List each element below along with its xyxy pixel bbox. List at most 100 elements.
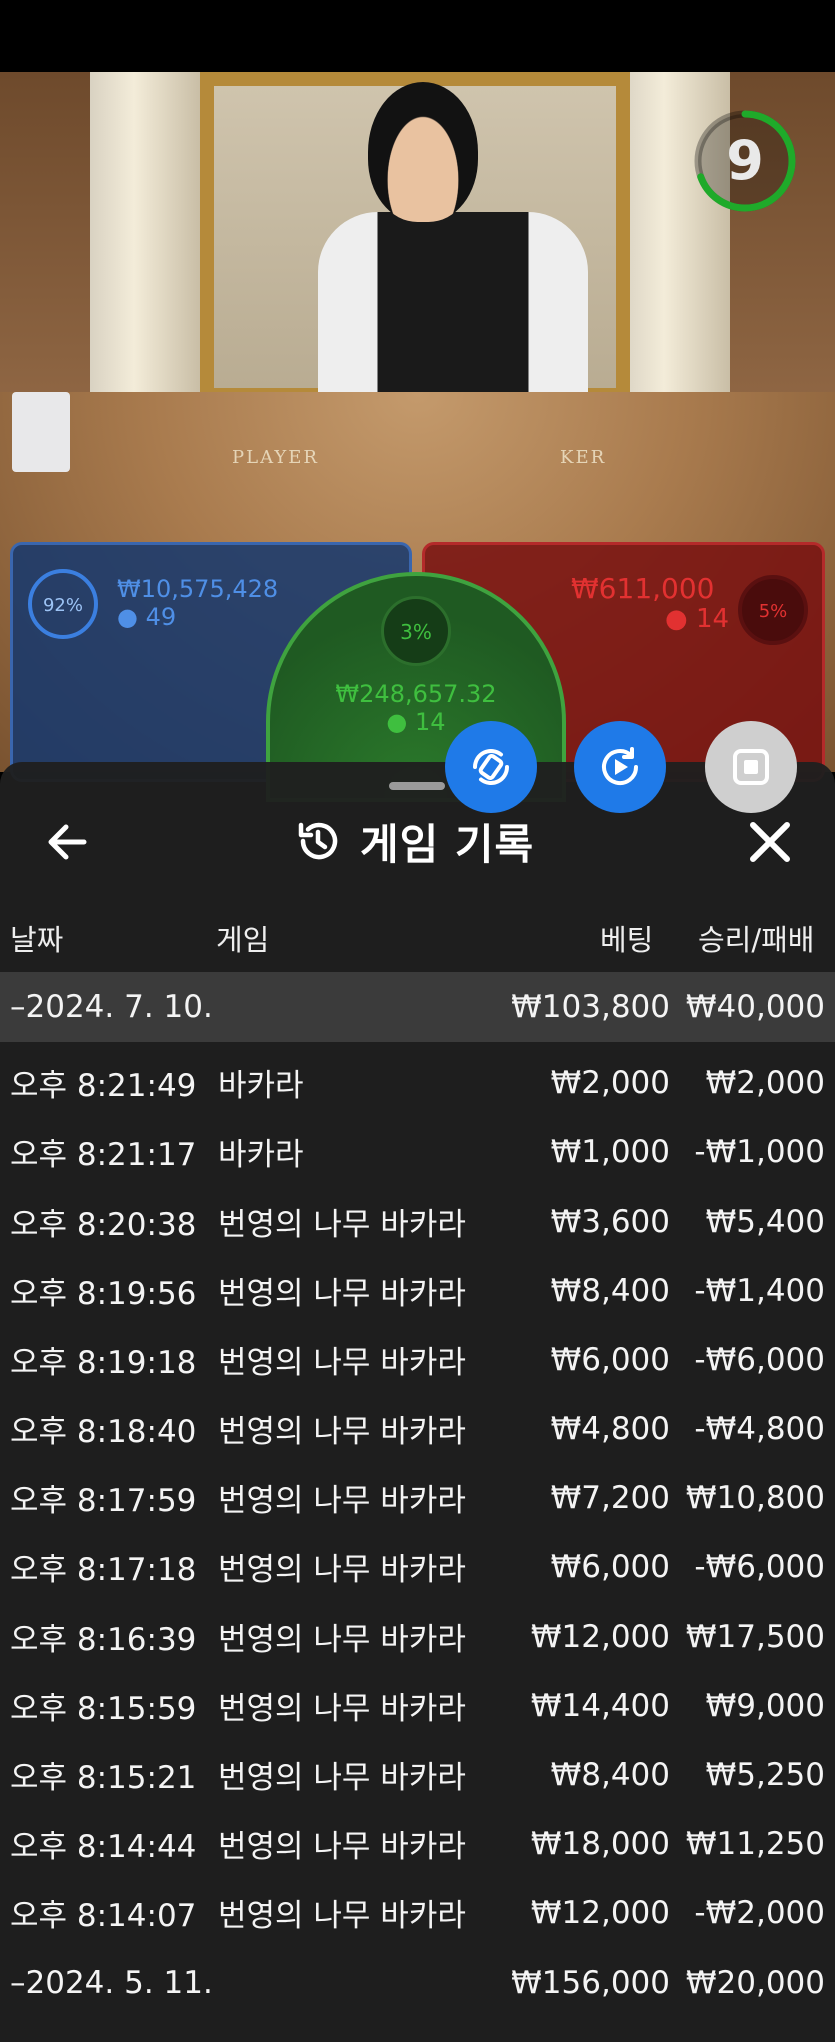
table-row[interactable]: 오후 8:21:17 바카라 ₩1,000 -₩1,000: [0, 1117, 835, 1186]
row-result: -₩1,400: [694, 1272, 825, 1309]
back-button[interactable]: [40, 814, 96, 870]
table-row[interactable]: 오후 8:16:39 번영의 나무 바카라 ₩12,000 ₩17,500: [0, 1602, 835, 1671]
table-row[interactable]: 오후 8:14:44 번영의 나무 바카라 ₩18,000 ₩11,250: [0, 1809, 835, 1878]
row-bet: ₩1,000: [550, 1133, 670, 1170]
replay-icon: [602, 747, 638, 785]
row-time: 오후 8:20:38: [10, 1207, 197, 1243]
row-bet: ₩3,600: [550, 1203, 670, 1240]
group-date: –2024. 5. 11.: [10, 1964, 213, 2001]
rotate-icon: [473, 749, 509, 785]
rotate-view-button[interactable]: [445, 721, 537, 813]
row-game: 번영의 나무 바카라: [218, 1276, 466, 1312]
row-time: 오후 8:15:59: [10, 1691, 197, 1727]
table-row[interactable]: 오후 8:21:49 바카라 ₩2,000 ₩2,000: [0, 1048, 835, 1117]
table-row[interactable]: 오후 8:19:18 번영의 나무 바카라 ₩6,000 -₩6,000: [0, 1325, 835, 1394]
row-time: 오후 8:21:49: [10, 1068, 197, 1104]
row-game: 번영의 나무 바카라: [218, 1207, 466, 1243]
group-bet-total: ₩156,000: [511, 1964, 670, 2001]
history-icon: [298, 822, 338, 860]
arrow-left-icon: [48, 824, 87, 860]
timer-value: 9: [726, 129, 764, 192]
banker-percent: 5%: [738, 575, 808, 645]
player-count: ● 49: [117, 603, 176, 631]
row-bet: ₩8,400: [550, 1756, 670, 1793]
row-game: 번영의 나무 바카라: [218, 1483, 466, 1519]
card-discard-tray: [12, 392, 70, 472]
stop-button[interactable]: [705, 721, 797, 813]
felt-banker-label: KER: [560, 447, 607, 468]
row-bet: ₩7,200: [550, 1479, 670, 1516]
panel-header: 게임 기록: [294, 806, 534, 876]
game-history-panel: 게임 기록 날짜 게임 베팅 승리/패배 –2024. 7. 10. ₩103,…: [0, 762, 835, 2042]
row-result: ₩10,800: [685, 1479, 825, 1516]
row-game: 번영의 나무 바카라: [218, 1898, 466, 1934]
table-row[interactable]: 오후 8:20:38 번영의 나무 바카라 ₩3,600 ₩5,400: [0, 1187, 835, 1256]
banker-amount: ₩611,000: [571, 572, 715, 605]
table-row[interactable]: 오후 8:19:56 번영의 나무 바카라 ₩8,400 -₩1,400: [0, 1256, 835, 1325]
page-title: 게임 기록: [360, 819, 535, 869]
countdown-timer: 9: [690, 106, 800, 216]
group-date: –2024. 7. 10.: [10, 989, 213, 1025]
date-group-row[interactable]: –2024. 5. 11. ₩156,000 ₩20,000: [0, 1948, 835, 2017]
table-row[interactable]: 오후 8:15:21 번영의 나무 바카라 ₩8,400 ₩5,250: [0, 1740, 835, 1809]
player-amount: ₩10,575,428: [117, 575, 279, 603]
row-game: 바카라: [218, 1068, 304, 1104]
row-bet: ₩14,400: [530, 1687, 670, 1724]
row-bet: ₩6,000: [550, 1341, 670, 1378]
row-time: 오후 8:21:17: [10, 1137, 197, 1173]
felt-player-label: PLAYER: [232, 447, 319, 468]
column-header-bet: 베팅: [600, 923, 654, 957]
row-bet: ₩6,000: [550, 1548, 670, 1585]
row-result: ₩17,500: [685, 1618, 825, 1655]
row-result: -₩6,000: [694, 1341, 825, 1378]
date-group-row[interactable]: –2024. 7. 10. ₩103,800 ₩40,000: [0, 972, 835, 1042]
person-icon: ●: [665, 604, 688, 634]
banker-count: ● 14: [665, 605, 729, 633]
banker-count-value: 14: [695, 604, 730, 634]
column-header-date: 날짜: [10, 923, 64, 957]
tie-count-value: 14: [415, 708, 446, 736]
column-header-result: 승리/패배: [698, 923, 815, 957]
row-bet: ₩12,000: [530, 1894, 670, 1931]
table-row[interactable]: 오후 8:18:40 번영의 나무 바카라 ₩4,800 -₩4,800: [0, 1394, 835, 1463]
table-row[interactable]: 오후 8:14:07 번영의 나무 바카라 ₩12,000 -₩2,000: [0, 1878, 835, 1947]
row-time: 오후 8:18:40: [10, 1414, 197, 1450]
row-game: 번영의 나무 바카라: [218, 1345, 466, 1381]
row-game: 번영의 나무 바카라: [218, 1622, 466, 1658]
row-result: ₩5,250: [705, 1756, 825, 1793]
row-game: 번영의 나무 바카라: [218, 1691, 466, 1727]
row-bet: ₩2,000: [550, 1064, 670, 1101]
player-percent: 92%: [28, 569, 98, 639]
row-result: ₩5,400: [705, 1203, 825, 1240]
row-time: 오후 8:14:07: [10, 1898, 197, 1934]
person-icon: ●: [117, 603, 138, 631]
row-time: 오후 8:17:59: [10, 1483, 197, 1519]
tie-percent: 3%: [381, 596, 451, 666]
row-game: 번영의 나무 바카라: [218, 1552, 466, 1588]
row-game: 번영의 나무 바카라: [218, 1760, 466, 1796]
replay-button[interactable]: [574, 721, 666, 813]
row-time: 오후 8:14:44: [10, 1829, 197, 1865]
row-time: 오후 8:17:18: [10, 1552, 197, 1588]
close-button[interactable]: [740, 812, 800, 872]
table-row[interactable]: 오후 8:17:18 번영의 나무 바카라 ₩6,000 -₩6,000: [0, 1532, 835, 1601]
row-result: ₩2,000: [705, 1064, 825, 1101]
tie-amount: ₩248,657.32: [335, 680, 497, 708]
table-row[interactable]: 오후 8:17:59 번영의 나무 바카라 ₩7,200 ₩10,800: [0, 1463, 835, 1532]
table-row[interactable]: 오후 8:15:59 번영의 나무 바카라 ₩14,400 ₩9,000: [0, 1671, 835, 1740]
row-result: ₩11,250: [685, 1825, 825, 1862]
dealer-head: [368, 82, 478, 222]
drag-handle[interactable]: [389, 782, 445, 790]
row-bet: ₩18,000: [530, 1825, 670, 1862]
group-result-total: ₩20,000: [685, 1964, 825, 2001]
row-result: -₩6,000: [694, 1548, 825, 1585]
row-game: 바카라: [218, 1137, 304, 1173]
row-result: -₩1,000: [694, 1133, 825, 1170]
row-bet: ₩4,800: [550, 1410, 670, 1447]
row-time: 오후 8:16:39: [10, 1622, 197, 1658]
close-icon: [750, 822, 790, 862]
row-bet: ₩8,400: [550, 1272, 670, 1309]
group-result-total: ₩40,000: [685, 989, 825, 1025]
person-icon: ●: [386, 708, 408, 736]
row-time: 오후 8:15:21: [10, 1760, 197, 1796]
